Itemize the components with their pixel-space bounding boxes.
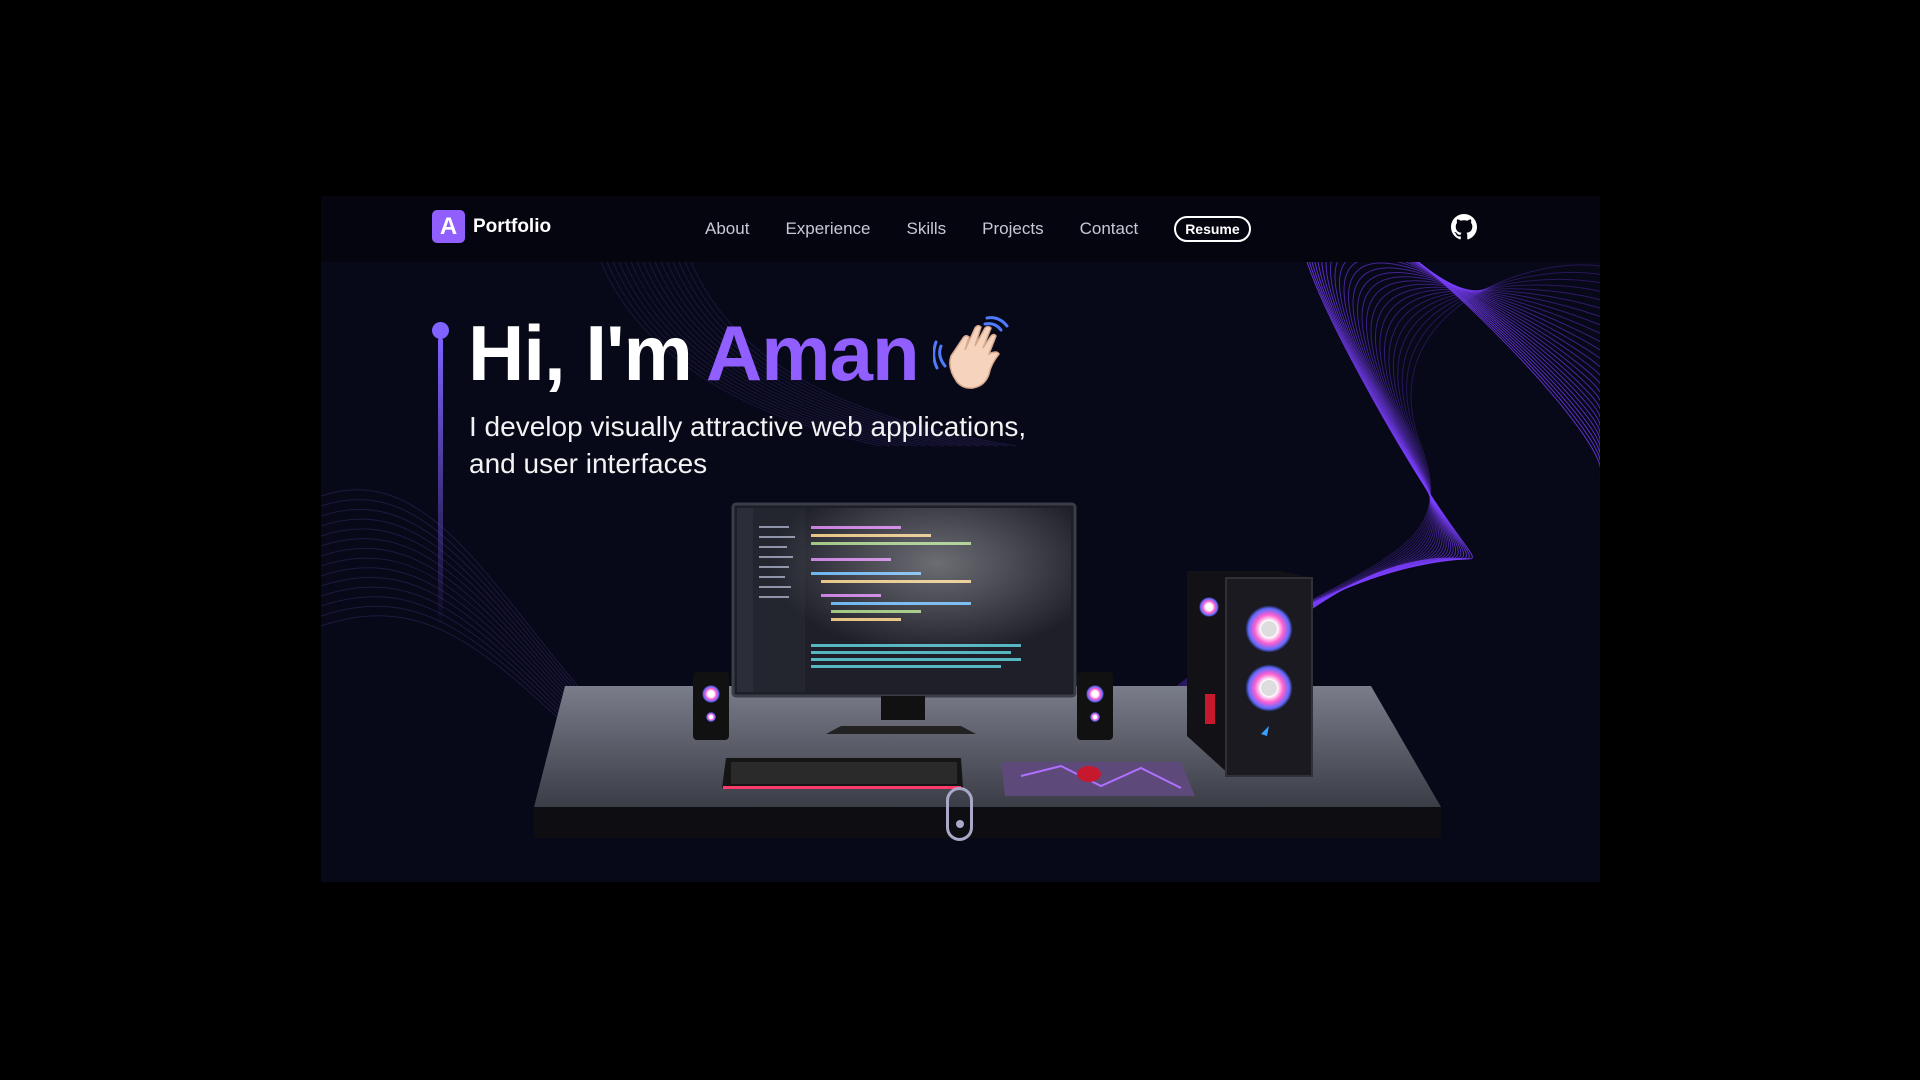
nav-link-about[interactable]: About bbox=[705, 219, 749, 239]
nav-links: About Experience Skills Projects Contact… bbox=[705, 216, 1251, 242]
logo-link[interactable]: A Portfolio bbox=[432, 210, 551, 243]
scroll-indicator[interactable] bbox=[946, 787, 973, 841]
nav-link-contact[interactable]: Contact bbox=[1080, 219, 1139, 239]
resume-button[interactable]: Resume bbox=[1174, 216, 1251, 242]
navbar: A Portfolio About Experience Skills Proj… bbox=[321, 196, 1600, 262]
logo-text: Portfolio bbox=[473, 215, 552, 237]
mousepad bbox=[1001, 762, 1195, 796]
github-link[interactable] bbox=[1451, 214, 1477, 245]
nav-link-skills[interactable]: Skills bbox=[907, 219, 947, 239]
github-icon bbox=[1451, 214, 1477, 240]
pc-tower bbox=[1187, 571, 1313, 777]
desk-setup-3d-scene[interactable] bbox=[321, 196, 1600, 882]
logo-badge: A bbox=[432, 210, 465, 243]
nav-link-projects[interactable]: Projects bbox=[982, 219, 1043, 239]
mouse-scroll-icon bbox=[956, 820, 964, 828]
keyboard bbox=[722, 758, 963, 789]
portfolio-page: A Portfolio About Experience Skills Proj… bbox=[321, 196, 1600, 882]
left-speaker bbox=[693, 672, 729, 740]
nav-link-experience[interactable]: Experience bbox=[785, 219, 870, 239]
right-speaker bbox=[1077, 672, 1113, 740]
